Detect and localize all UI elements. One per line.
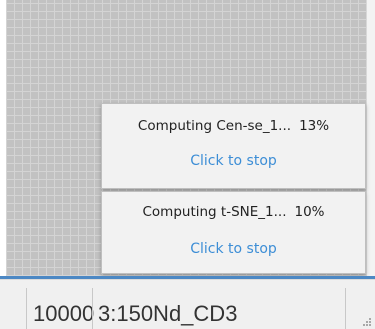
notification-task-label: Computing Cen-se_1...	[137, 118, 292, 134]
notification-title: Computing Cen-se_1... 13%	[102, 118, 365, 134]
status-separator	[26, 288, 27, 329]
status-bar: 10000 3:150Nd_CD3	[0, 279, 375, 329]
stop-computation-link[interactable]: Click to stop	[102, 153, 365, 169]
progress-notification-tsne: Computing t-SNE_1... 10% Click to stop	[101, 191, 366, 274]
app-window: Computing Cen-se_1... 13% Click to stop C…	[0, 0, 375, 329]
stop-computation-link[interactable]: Click to stop	[102, 241, 365, 257]
notification-title: Computing t-SNE_1... 10%	[102, 204, 365, 220]
status-separator	[92, 288, 93, 329]
status-event-count: 10000	[33, 301, 95, 326]
notification-progress-percent: 10%	[294, 204, 325, 220]
status-separator	[345, 288, 346, 329]
notification-task-label: Computing t-SNE_1...	[142, 204, 287, 220]
resize-grip-icon[interactable]	[362, 317, 372, 327]
notification-progress-percent: 13%	[299, 118, 330, 134]
progress-notification-cen-se: Computing Cen-se_1... 13% Click to stop	[101, 103, 366, 189]
status-channel: 3:150Nd_CD3	[98, 301, 238, 326]
vertical-scrollbar[interactable]	[366, 0, 375, 276]
